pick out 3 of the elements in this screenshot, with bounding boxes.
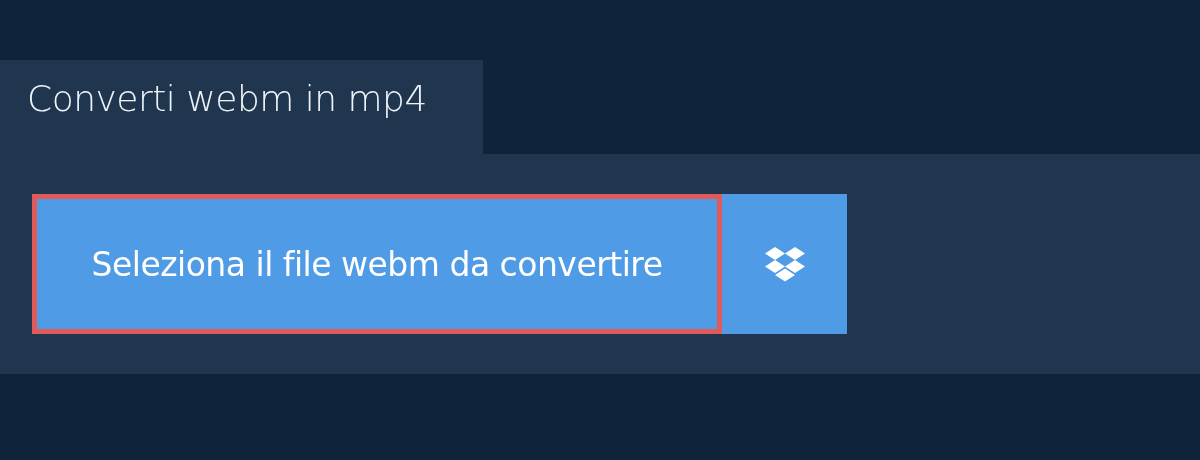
dropbox-icon [763, 246, 806, 282]
dropbox-button[interactable] [722, 194, 847, 334]
select-file-button[interactable]: Seleziona il file webm da convertire [32, 194, 722, 334]
